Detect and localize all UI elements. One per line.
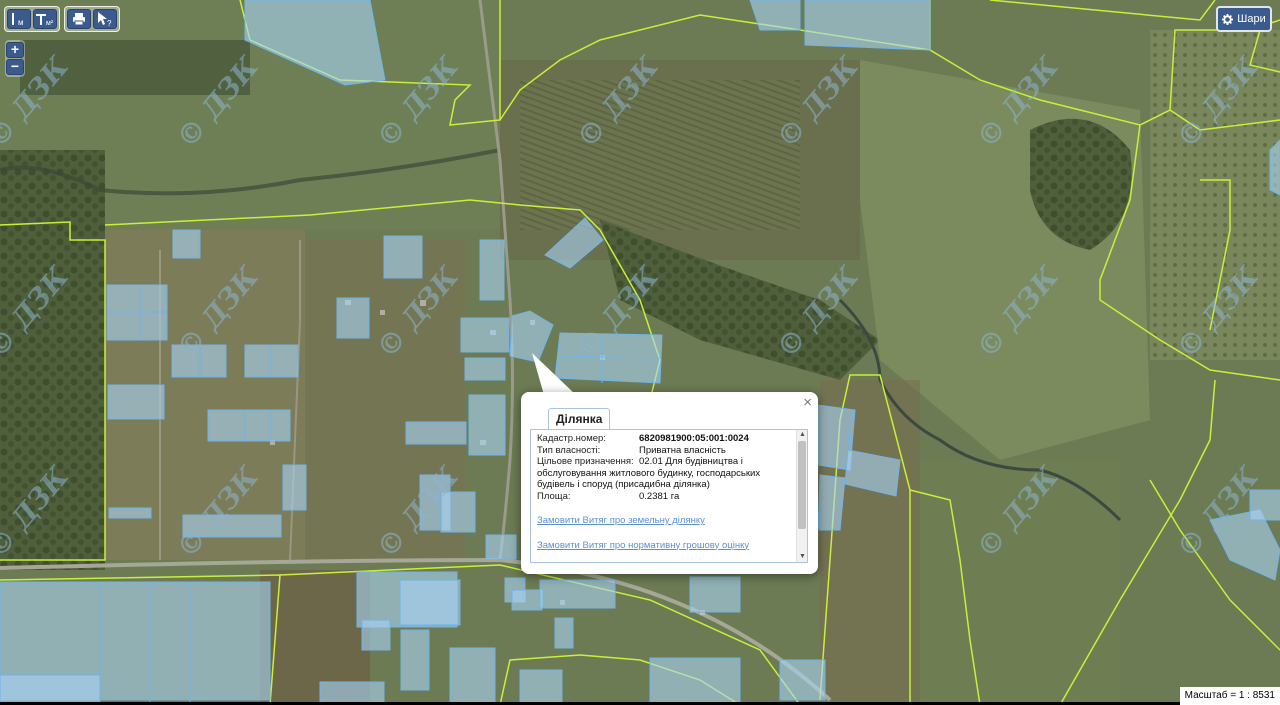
identify-button[interactable]: ?	[93, 9, 117, 29]
svg-text:?: ?	[107, 19, 112, 27]
map-canvas[interactable]: © ДЗК © ДЗК © ДЗК © ДЗК © ДЗК © ДЗК © ДЗ…	[0, 0, 1280, 705]
scroll-down-arrow-icon[interactable]: ▼	[798, 552, 807, 562]
scale-indicator: Масштаб = 1 : 8531	[1179, 687, 1280, 705]
gear-icon	[1222, 13, 1234, 25]
cursor-question-icon: ?	[98, 12, 112, 27]
scroll-thumb[interactable]	[798, 441, 806, 529]
area-ruler-icon: м²	[36, 14, 54, 27]
printer-icon	[73, 13, 85, 26]
ruler-icon: м	[12, 13, 24, 27]
tools-toolbar: ?	[64, 6, 120, 32]
field-label: Цільове призначення:	[537, 456, 634, 467]
field-label: Площа:	[537, 490, 571, 502]
measure-length-button[interactable]: м	[7, 9, 31, 29]
field-label: Тип власності:	[537, 444, 601, 456]
measure-area-button[interactable]: м²	[33, 9, 57, 29]
order-parcel-extract-link[interactable]: Замовити Витяг про земельну ділянку	[537, 515, 787, 527]
ownership-type-row: Тип власності: Приватна власність	[537, 445, 787, 457]
order-valuation-extract-link[interactable]: Замовити Витяг про нормативну грошову оц…	[537, 540, 787, 552]
parcel-details: Кадастр.номер: 6820981900:05:001:0024 Ти…	[531, 430, 793, 554]
area-value: 0.2381 га	[639, 490, 680, 502]
popup-scrollbar[interactable]: ▲ ▼	[796, 430, 807, 562]
zoom-out-button[interactable]: −	[6, 59, 24, 75]
ownership-type-value: Приватна власність	[639, 444, 726, 456]
scroll-up-arrow-icon[interactable]: ▲	[798, 430, 807, 440]
measure-toolbar: м м²	[4, 6, 60, 32]
zoom-control: + −	[5, 40, 25, 77]
field-label: Кадастр.номер:	[537, 433, 606, 444]
popup-pointer	[532, 353, 576, 395]
cadastral-number-value: 6820981900:05:001:0024	[639, 433, 749, 444]
svg-text:м²: м²	[46, 20, 54, 27]
tab-parcel[interactable]: Ділянка	[548, 408, 611, 430]
parcel-info-popup: × Ділянка Кадастр.номер: 6820981900:05:0…	[521, 392, 818, 574]
satellite-map[interactable]: © ДЗК © ДЗК © ДЗК © ДЗК © ДЗК © ДЗК © ДЗ…	[0, 0, 1280, 705]
area-row: Площа: 0.2381 га	[537, 491, 787, 503]
layers-label: Шари	[1237, 13, 1266, 25]
cadastral-number-row: Кадастр.номер: 6820981900:05:001:0024	[537, 433, 787, 445]
zoom-in-button[interactable]: +	[6, 42, 24, 58]
layers-button[interactable]: Шари	[1216, 6, 1272, 32]
print-button[interactable]	[67, 9, 91, 29]
svg-text:м: м	[18, 18, 24, 27]
popup-body: Кадастр.номер: 6820981900:05:001:0024 Ти…	[530, 429, 808, 563]
popup-close-button[interactable]: ×	[803, 395, 812, 410]
